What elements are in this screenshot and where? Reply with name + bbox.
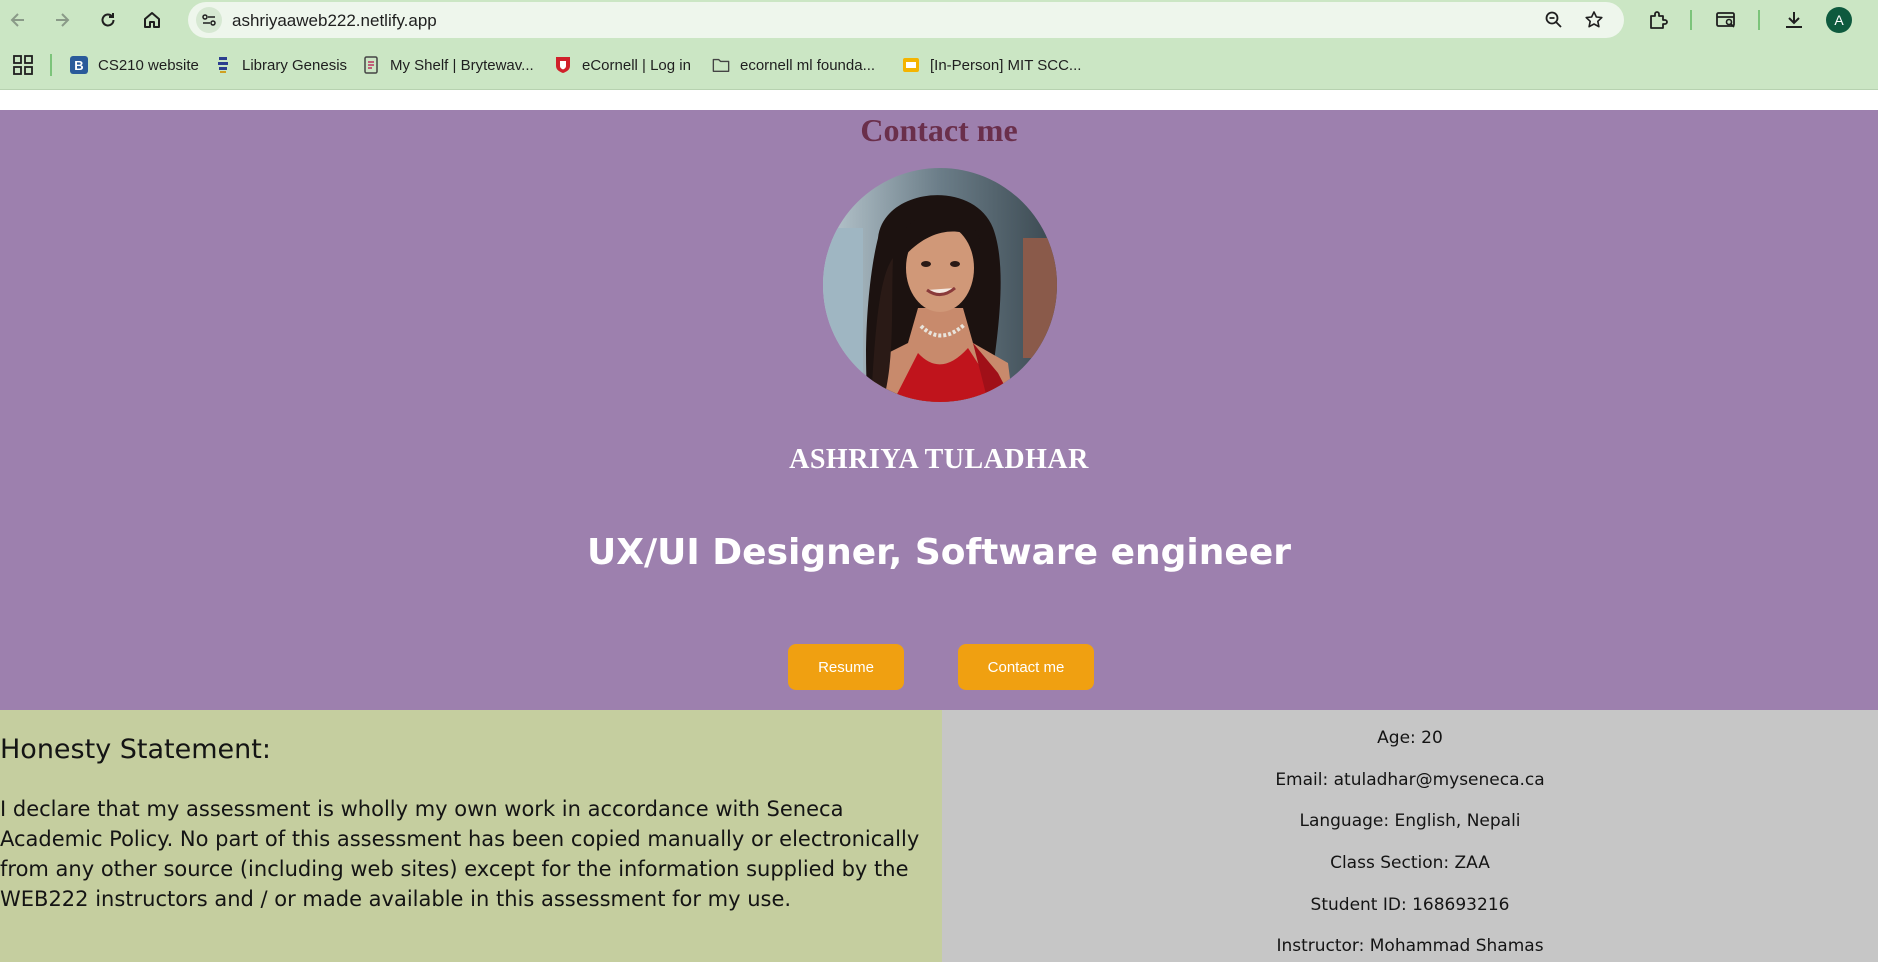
info-student-id: Student ID: 168693216 [1310, 895, 1510, 915]
profile-avatar[interactable]: A [1826, 7, 1852, 33]
bookmarks-bar: B CS210 website Library Genesis My Shelf… [0, 40, 1878, 90]
address-bar[interactable]: ashriyaaweb222.netlify.app [188, 2, 1624, 38]
info-class-section: Class Section: ZAA [1330, 853, 1490, 873]
extensions-button[interactable] [1644, 6, 1672, 34]
bookmark-my-shelf[interactable]: My Shelf | Brytewav... [362, 52, 534, 78]
hero-section: Contact me ASHRIYA TULADHAR UX/UI Design… [0, 110, 1878, 710]
info-language: Language: English, Nepali [1299, 811, 1521, 831]
forward-button[interactable] [46, 4, 78, 36]
bookmark-label: ecornell ml founda... [740, 56, 876, 74]
toolbar-divider [1690, 10, 1692, 30]
person-name: ASHRIYA TULADHAR [789, 444, 1089, 475]
tab-search-button[interactable] [1712, 6, 1740, 34]
extensions-icon [1650, 11, 1668, 29]
bookmark-cs210[interactable]: B CS210 website [70, 52, 199, 78]
browser-toolbar: ashriyaaweb222.netlify.app A [0, 0, 1878, 40]
document-favicon [362, 56, 380, 74]
profile-photo [823, 168, 1057, 402]
forward-icon [56, 13, 70, 27]
download-icon [1786, 12, 1802, 28]
bookmark-label: CS210 website [98, 56, 199, 74]
bookmark-label: My Shelf | Brytewav... [390, 56, 534, 74]
bookmark-label: [In-Person] MIT SCC... [930, 56, 1082, 74]
person-role: UX/UI Designer, Software engineer [586, 532, 1291, 573]
bookmark-label: Library Genesis [242, 56, 348, 74]
info-email: Email: atuladhar@myseneca.ca [1275, 770, 1545, 790]
star-icon [1585, 11, 1603, 28]
info-instructor: Instructor: Mohammad Shamas [1276, 936, 1544, 956]
info-age: Age: 20 [1377, 728, 1443, 748]
home-button[interactable] [136, 4, 168, 36]
folder-icon [712, 56, 730, 74]
honesty-title: Honesty Statement: [0, 734, 271, 765]
back-icon [10, 13, 24, 27]
bookmark-library-genesis[interactable]: Library Genesis [214, 52, 347, 78]
student-info-section: Age: 20 Email: atuladhar@myseneca.ca Lan… [942, 710, 1878, 962]
tab-search-icon [1716, 12, 1735, 28]
svg-text:B: B [74, 58, 83, 73]
bookmarks-divider [50, 54, 52, 76]
shield-favicon [554, 56, 572, 74]
site-info-icon[interactable] [196, 7, 222, 33]
url-text: ashriyaaweb222.netlify.app [232, 11, 437, 30]
reload-button[interactable] [92, 4, 124, 36]
zoom-button[interactable] [1543, 9, 1565, 31]
honesty-statement-section: Honesty Statement: I declare that my ass… [0, 710, 942, 962]
slides-favicon [902, 56, 920, 74]
bookmark-label: eCornell | Log in [582, 56, 691, 74]
resume-button[interactable]: Resume [788, 644, 904, 690]
bookmark-star-button[interactable] [1583, 9, 1605, 31]
contact-me-button[interactable]: Contact me [958, 644, 1094, 690]
apps-grid-icon[interactable] [12, 54, 34, 76]
zoom-icon [1545, 11, 1562, 28]
home-icon [144, 12, 160, 28]
library-genesis-favicon [214, 56, 232, 74]
downloads-button[interactable] [1780, 6, 1808, 34]
reload-icon [101, 13, 115, 27]
bookmark-ecornell-login[interactable]: eCornell | Log in [554, 52, 691, 78]
back-button[interactable] [2, 4, 34, 36]
cs210-favicon: B [70, 56, 88, 74]
page-title: Contact me [860, 112, 1018, 148]
toolbar-divider [1758, 10, 1760, 30]
honesty-text: I declare that my assessment is wholly m… [0, 797, 920, 911]
bookmark-folder-ecornell-ml[interactable]: ecornell ml founda... [712, 52, 875, 78]
bookmark-mit-scc[interactable]: [In-Person] MIT SCC... [902, 52, 1081, 78]
